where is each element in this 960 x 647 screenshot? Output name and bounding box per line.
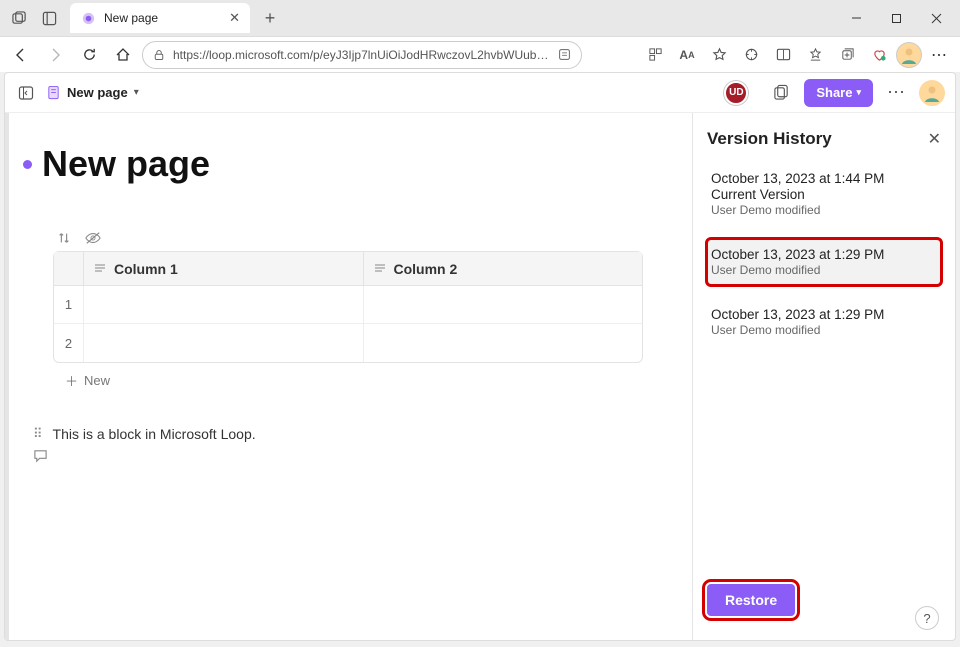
more-options-icon[interactable]: ⋯ [883,80,909,106]
table-cell[interactable] [364,286,643,323]
column-label: Column 2 [394,261,458,277]
collections-icon[interactable] [832,40,862,70]
plus-icon: ＋ [65,371,78,390]
table-header-row: Column 1 Column 2 [54,252,642,286]
version-timestamp: October 13, 2023 at 1:29 PM [711,307,937,322]
title-bar: New page ✕ + [0,0,960,36]
data-table[interactable]: Column 1 Column 2 1 2 [53,251,643,363]
content-area: New page Column 1 [5,113,955,640]
split-screen-icon[interactable] [768,40,798,70]
loop-app-icon [80,10,96,26]
text-size-icon[interactable]: AA [672,40,702,70]
address-bar: https://loop.microsoft.com/p/eyJ3Ijp7lnU… [0,36,960,72]
back-button[interactable] [6,40,36,70]
more-menu-icon[interactable]: ⋯ [924,40,954,70]
row-number-header [54,252,84,285]
version-modified-by: User Demo modified [711,203,937,217]
user-avatar[interactable] [919,80,945,106]
text-block[interactable]: ⠿ This is a block in Microsoft Loop. [33,426,682,442]
version-modified-by: User Demo modified [711,263,937,277]
tab-actions-icon[interactable] [6,5,32,31]
home-button[interactable] [108,40,138,70]
chevron-down-icon: ▾ [134,87,139,98]
version-item-selected[interactable]: October 13, 2023 at 1:29 PM User Demo mo… [707,239,941,285]
text-column-icon [94,263,106,275]
table-toolbar [57,231,682,245]
extensions-icon[interactable] [640,40,670,70]
loop-app: New page ▾ UD Share ▾ ⋯ New page [4,72,956,641]
version-history-panel: Version History ✕ October 13, 2023 at 1:… [693,113,955,640]
title-row: New page [23,143,682,185]
new-tab-button[interactable]: + [256,8,284,29]
panel-header: Version History ✕ [707,129,941,149]
tab-title: New page [104,11,221,25]
version-item[interactable]: October 13, 2023 at 1:44 PM Current Vers… [707,163,941,225]
close-panel-icon[interactable]: ✕ [928,129,941,149]
drag-handle-icon[interactable]: ⠿ [33,426,43,442]
table-cell[interactable] [364,324,643,362]
chevron-down-icon: ▾ [856,87,861,98]
url-text: https://loop.microsoft.com/p/eyJ3Ijp7lnU… [173,48,550,62]
add-row-button[interactable]: ＋ New [65,371,682,390]
table-cell[interactable] [84,324,364,362]
refresh-button[interactable] [74,40,104,70]
vertical-tabs-icon[interactable] [36,5,62,31]
visibility-off-icon[interactable] [85,231,101,245]
version-current-label: Current Version [711,187,937,202]
extensions-menu-icon[interactable] [736,40,766,70]
reader-icon[interactable] [558,48,571,61]
profile-avatar[interactable] [896,42,922,68]
page-title[interactable]: New page [42,143,210,185]
help-button[interactable]: ? [915,606,939,630]
version-timestamp: October 13, 2023 at 1:44 PM [711,171,937,186]
column-header[interactable]: Column 2 [364,252,643,285]
window-controls [836,3,956,33]
page-icon [45,85,61,101]
browser-chrome: New page ✕ + https://loop.microsoft.com/… [0,0,960,72]
add-row-label: New [84,373,110,388]
forward-button [40,40,70,70]
favorites-bar-icon[interactable] [800,40,830,70]
restore-button[interactable]: Restore [707,584,795,616]
url-field[interactable]: https://loop.microsoft.com/p/eyJ3Ijp7lnU… [142,41,582,69]
app-toolbar: New page ▾ UD Share ▾ ⋯ [5,73,955,113]
maximize-button[interactable] [876,3,916,33]
page-canvas[interactable]: New page Column 1 [5,113,693,640]
block-text[interactable]: This is a block in Microsoft Loop. [53,426,256,442]
version-timestamp: October 13, 2023 at 1:29 PM [711,247,937,262]
title-bullet-icon [23,160,32,169]
page-breadcrumb[interactable]: New page ▾ [45,85,139,101]
row-number: 2 [54,324,84,362]
version-item[interactable]: October 13, 2023 at 1:29 PM User Demo mo… [707,299,941,345]
row-number: 1 [54,286,84,323]
breadcrumb-label: New page [67,85,128,100]
sidebar-toggle-icon[interactable] [15,82,37,104]
column-header[interactable]: Column 1 [84,252,364,285]
sort-icon[interactable] [57,231,71,245]
browser-tab[interactable]: New page ✕ [70,3,250,33]
column-label: Column 1 [114,261,178,277]
presence-avatar[interactable]: UD [724,81,748,105]
copy-component-icon[interactable] [768,80,794,106]
health-icon[interactable] [864,40,894,70]
share-button-label: Share [816,85,852,100]
lock-icon [153,49,165,61]
version-modified-by: User Demo modified [711,323,937,337]
close-icon[interactable]: ✕ [229,10,240,26]
favorite-icon[interactable] [704,40,734,70]
table-row[interactable]: 2 [54,324,642,362]
close-window-button[interactable] [916,3,956,33]
panel-title: Version History [707,129,832,149]
comment-icon[interactable] [33,448,682,463]
table-row[interactable]: 1 [54,286,642,324]
share-button[interactable]: Share ▾ [804,79,873,107]
table-cell[interactable] [84,286,364,323]
text-column-icon [374,263,386,275]
minimize-button[interactable] [836,3,876,33]
